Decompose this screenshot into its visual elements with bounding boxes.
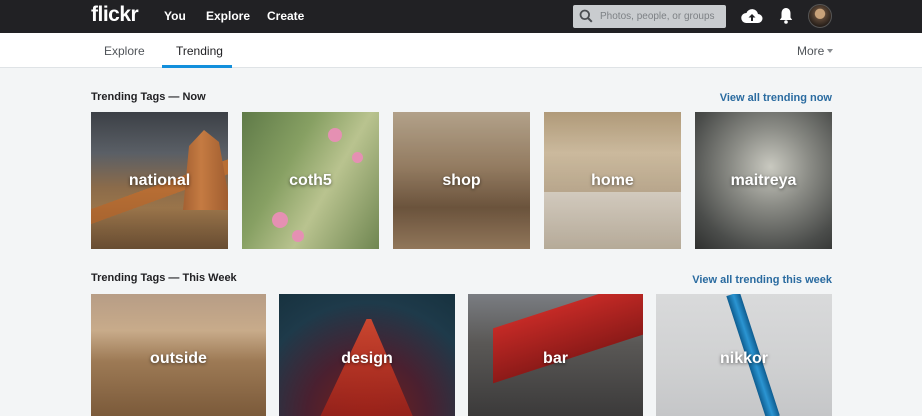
section-title-week: Trending Tags — This Week	[91, 272, 237, 284]
photo-detail	[352, 152, 363, 163]
tag-tile-nikkor[interactable]: nikkor	[656, 294, 832, 416]
tab-explore[interactable]: Explore	[104, 44, 145, 58]
view-all-trending-now-link[interactable]: View all trending now	[700, 92, 832, 104]
tag-label: coth5	[289, 172, 332, 189]
active-tab-indicator	[162, 65, 232, 68]
photo-detail	[292, 230, 304, 242]
search-icon	[579, 9, 593, 23]
caret-down-icon	[827, 49, 834, 53]
tag-label: national	[128, 172, 191, 189]
tag-tile-coth5[interactable]: coth5	[242, 112, 379, 249]
tag-label: maitreya	[730, 172, 797, 189]
tab-trending[interactable]: Trending	[176, 44, 223, 58]
cloud-upload-icon[interactable]	[741, 7, 763, 24]
photo-detail	[272, 212, 288, 228]
bell-icon[interactable]	[779, 7, 793, 24]
tag-label: nikkor	[719, 350, 768, 367]
tag-label: design	[341, 350, 393, 367]
sub-navigation: Explore Trending More	[0, 33, 922, 68]
more-dropdown[interactable]: More	[797, 44, 834, 58]
nav-create[interactable]: Create	[267, 9, 304, 23]
tag-label: bar	[543, 350, 568, 367]
tag-label: home	[591, 172, 634, 189]
tag-tile-bar[interactable]: bar	[468, 294, 643, 416]
more-label: More	[797, 44, 825, 58]
top-navigation-bar: flickr You Explore Create	[0, 0, 922, 33]
tag-tile-design[interactable]: design	[279, 294, 455, 416]
nav-explore[interactable]: Explore	[206, 9, 250, 23]
nav-you[interactable]: You	[164, 9, 186, 23]
photo-detail	[183, 130, 228, 210]
search-box[interactable]	[573, 5, 726, 28]
flickr-logo[interactable]: flickr	[91, 3, 139, 27]
photo-detail	[493, 294, 643, 384]
tag-tile-outside[interactable]: outside	[91, 294, 266, 416]
tag-tile-maitreya[interactable]: maitreya	[695, 112, 832, 249]
search-input[interactable]	[600, 5, 724, 28]
section-title-now: Trending Tags — Now	[91, 91, 206, 103]
tag-tile-home[interactable]: home	[544, 112, 681, 249]
avatar[interactable]	[808, 4, 832, 28]
tag-tile-national[interactable]: national	[91, 112, 228, 249]
tag-label: outside	[150, 350, 207, 367]
tag-tile-shop[interactable]: shop	[393, 112, 530, 249]
photo-detail	[328, 128, 342, 142]
tag-label: shop	[442, 172, 481, 189]
view-all-trending-week-link[interactable]: View all trending this week	[660, 274, 832, 286]
